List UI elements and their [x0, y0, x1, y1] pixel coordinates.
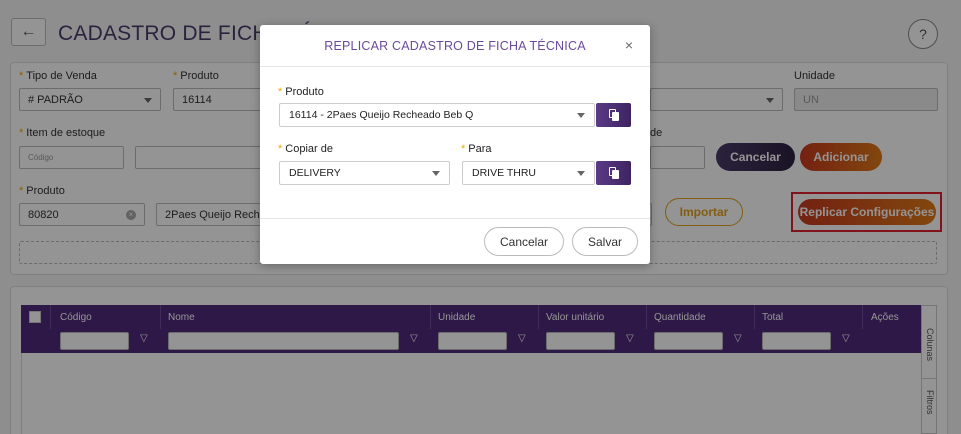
chevron-down-icon	[432, 171, 440, 176]
modal-para-label: * Para	[461, 143, 492, 155]
chevron-down-icon	[577, 113, 585, 118]
modal-produto-label: * Produto	[278, 86, 324, 98]
copy-produto-button[interactable]	[596, 103, 631, 127]
modal-divider	[260, 66, 650, 67]
modal-title: REPLICAR CADASTRO DE FICHA TÉCNICA	[324, 39, 586, 53]
modal-footer-divider	[260, 218, 650, 219]
modal-produto-select[interactable]: 16114 - 2Paes Queijo Recheado Beb Q	[279, 103, 595, 127]
modal-cancel-button[interactable]: Cancelar	[484, 227, 564, 256]
copy-icon	[608, 109, 619, 121]
modal-save-button[interactable]: Salvar	[572, 227, 638, 256]
chevron-down-icon	[577, 171, 585, 176]
modal-para-select[interactable]: DRIVE THRU	[462, 161, 595, 185]
modal-copiar-label: * Copiar de	[278, 143, 333, 155]
replicate-modal: REPLICAR CADASTRO DE FICHA TÉCNICA × * Pr…	[260, 25, 650, 264]
modal-copiar-select[interactable]: DELIVERY	[279, 161, 450, 185]
copy-icon	[608, 167, 619, 179]
copy-para-button[interactable]	[596, 161, 631, 185]
close-icon[interactable]: ×	[622, 37, 636, 53]
